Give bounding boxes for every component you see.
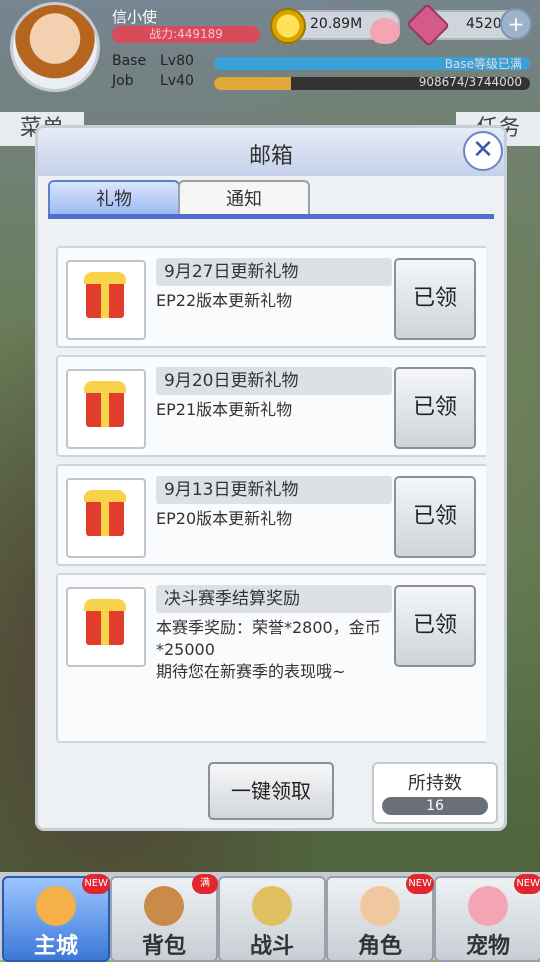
poring-icon[interactable] — [370, 18, 400, 44]
mail-title: 9月20日更新礼物 — [156, 367, 392, 395]
bottom-nav: 主城 NEW 背包 满 战斗 角色 NEW 宠物 NEW — [0, 872, 540, 962]
gift-box-icon — [66, 369, 146, 449]
nav-main-city[interactable]: 主城 NEW — [2, 874, 110, 962]
job-exp-fill — [214, 77, 291, 90]
tab-underline — [48, 214, 494, 219]
mail-body: EP20版本更新礼物 — [156, 509, 293, 528]
mail-title: 9月13日更新礼物 — [156, 476, 392, 504]
mail-title: 决斗赛季结算奖励 — [156, 585, 392, 613]
pet-icon — [468, 886, 508, 926]
add-gem-button[interactable]: + — [500, 8, 532, 40]
base-level: Lv80 — [160, 53, 194, 69]
claim-all-button[interactable]: 一键领取 — [208, 762, 334, 820]
claimed-button[interactable]: 已领 — [394, 367, 476, 449]
gift-box-icon — [66, 260, 146, 340]
player-avatar[interactable] — [10, 2, 100, 92]
player-hud: 信小使 战力:449189 20.89M 4520 + Base Lv80 Ba… — [0, 0, 540, 100]
nav-label: 背包 — [141, 934, 186, 959]
mail-item[interactable]: 9月20日更新礼物 EP21版本更新礼物 已领 — [56, 355, 486, 457]
mail-item[interactable]: 9月13日更新礼物 EP20版本更新礼物 已领 — [56, 464, 486, 566]
mail-body: 本赛季奖励：荣誉*2800，金币*25000 期待您在新赛季的表现哦~ — [156, 618, 381, 681]
mail-title: 9月27日更新礼物 — [156, 258, 392, 286]
mail-count-label: 所持数 — [408, 773, 462, 794]
close-button[interactable]: ✕ — [463, 131, 503, 171]
nav-character[interactable]: 角色 NEW — [326, 874, 434, 962]
new-badge: NEW — [406, 874, 434, 894]
mailbox-title: 邮箱 — [248, 144, 293, 169]
gem-value: 4520 — [466, 16, 502, 32]
mailbox-header: 邮箱 ✕ — [38, 128, 504, 176]
zeny-coin-icon — [270, 8, 306, 44]
claimed-button[interactable]: 已领 — [394, 476, 476, 558]
new-badge: NEW — [82, 874, 110, 894]
full-badge: 满 — [192, 874, 218, 894]
crossed-swords-icon — [252, 886, 292, 926]
player-name: 信小使 — [112, 8, 158, 26]
nav-battle[interactable]: 战斗 — [218, 876, 326, 962]
mail-count-panel: 所持数 16 — [372, 762, 498, 824]
zeny-value: 20.89M — [310, 16, 363, 32]
nav-label: 主城 — [33, 934, 78, 959]
nav-backpack[interactable]: 背包 满 — [110, 874, 218, 962]
job-exp-bar: 908674/3744000 — [214, 77, 530, 90]
character-icon — [360, 886, 400, 926]
nav-label: 宠物 — [465, 934, 510, 959]
job-label: Job — [112, 73, 134, 89]
tab-gifts[interactable]: 礼物 — [48, 180, 180, 216]
mail-list[interactable]: 9月27日更新礼物 EP22版本更新礼物 已领 9月20日更新礼物 EP21版本… — [56, 226, 486, 746]
gift-box-icon — [66, 587, 146, 667]
mail-body: EP21版本更新礼物 — [156, 400, 293, 419]
castle-icon — [36, 886, 76, 926]
gift-box-icon — [66, 478, 146, 558]
nav-pet[interactable]: 宠物 NEW — [434, 874, 540, 962]
mail-body: EP22版本更新礼物 — [156, 291, 293, 310]
mail-item[interactable]: 9月27日更新礼物 EP22版本更新礼物 已领 — [56, 246, 486, 348]
tab-notices[interactable]: 通知 — [178, 180, 310, 216]
mailbox-tabs: 礼物 通知 — [48, 180, 494, 216]
base-label: Base — [112, 53, 147, 69]
claimed-button[interactable]: 已领 — [394, 258, 476, 340]
base-exp-text: Base等级已满 — [444, 57, 522, 70]
nav-label: 战斗 — [249, 934, 294, 959]
mail-count-value: 16 — [382, 797, 488, 815]
base-exp-bar: Base等级已满 — [214, 57, 530, 70]
nav-label: 角色 — [357, 934, 402, 959]
mailbox-dialog: 邮箱 ✕ 礼物 通知 9月27日更新礼物 EP22版本更新礼物 已领 9月20日… — [38, 128, 504, 828]
backpack-icon — [144, 886, 184, 926]
job-exp-text: 908674/3744000 — [418, 77, 522, 89]
job-level: Lv40 — [160, 73, 194, 89]
new-badge: NEW — [514, 874, 540, 894]
claimed-button[interactable]: 已领 — [394, 585, 476, 667]
combat-power: 战力:449189 — [112, 26, 260, 43]
mail-item[interactable]: 决斗赛季结算奖励 本赛季奖励：荣誉*2800，金币*25000 期待您在新赛季的… — [56, 573, 486, 743]
